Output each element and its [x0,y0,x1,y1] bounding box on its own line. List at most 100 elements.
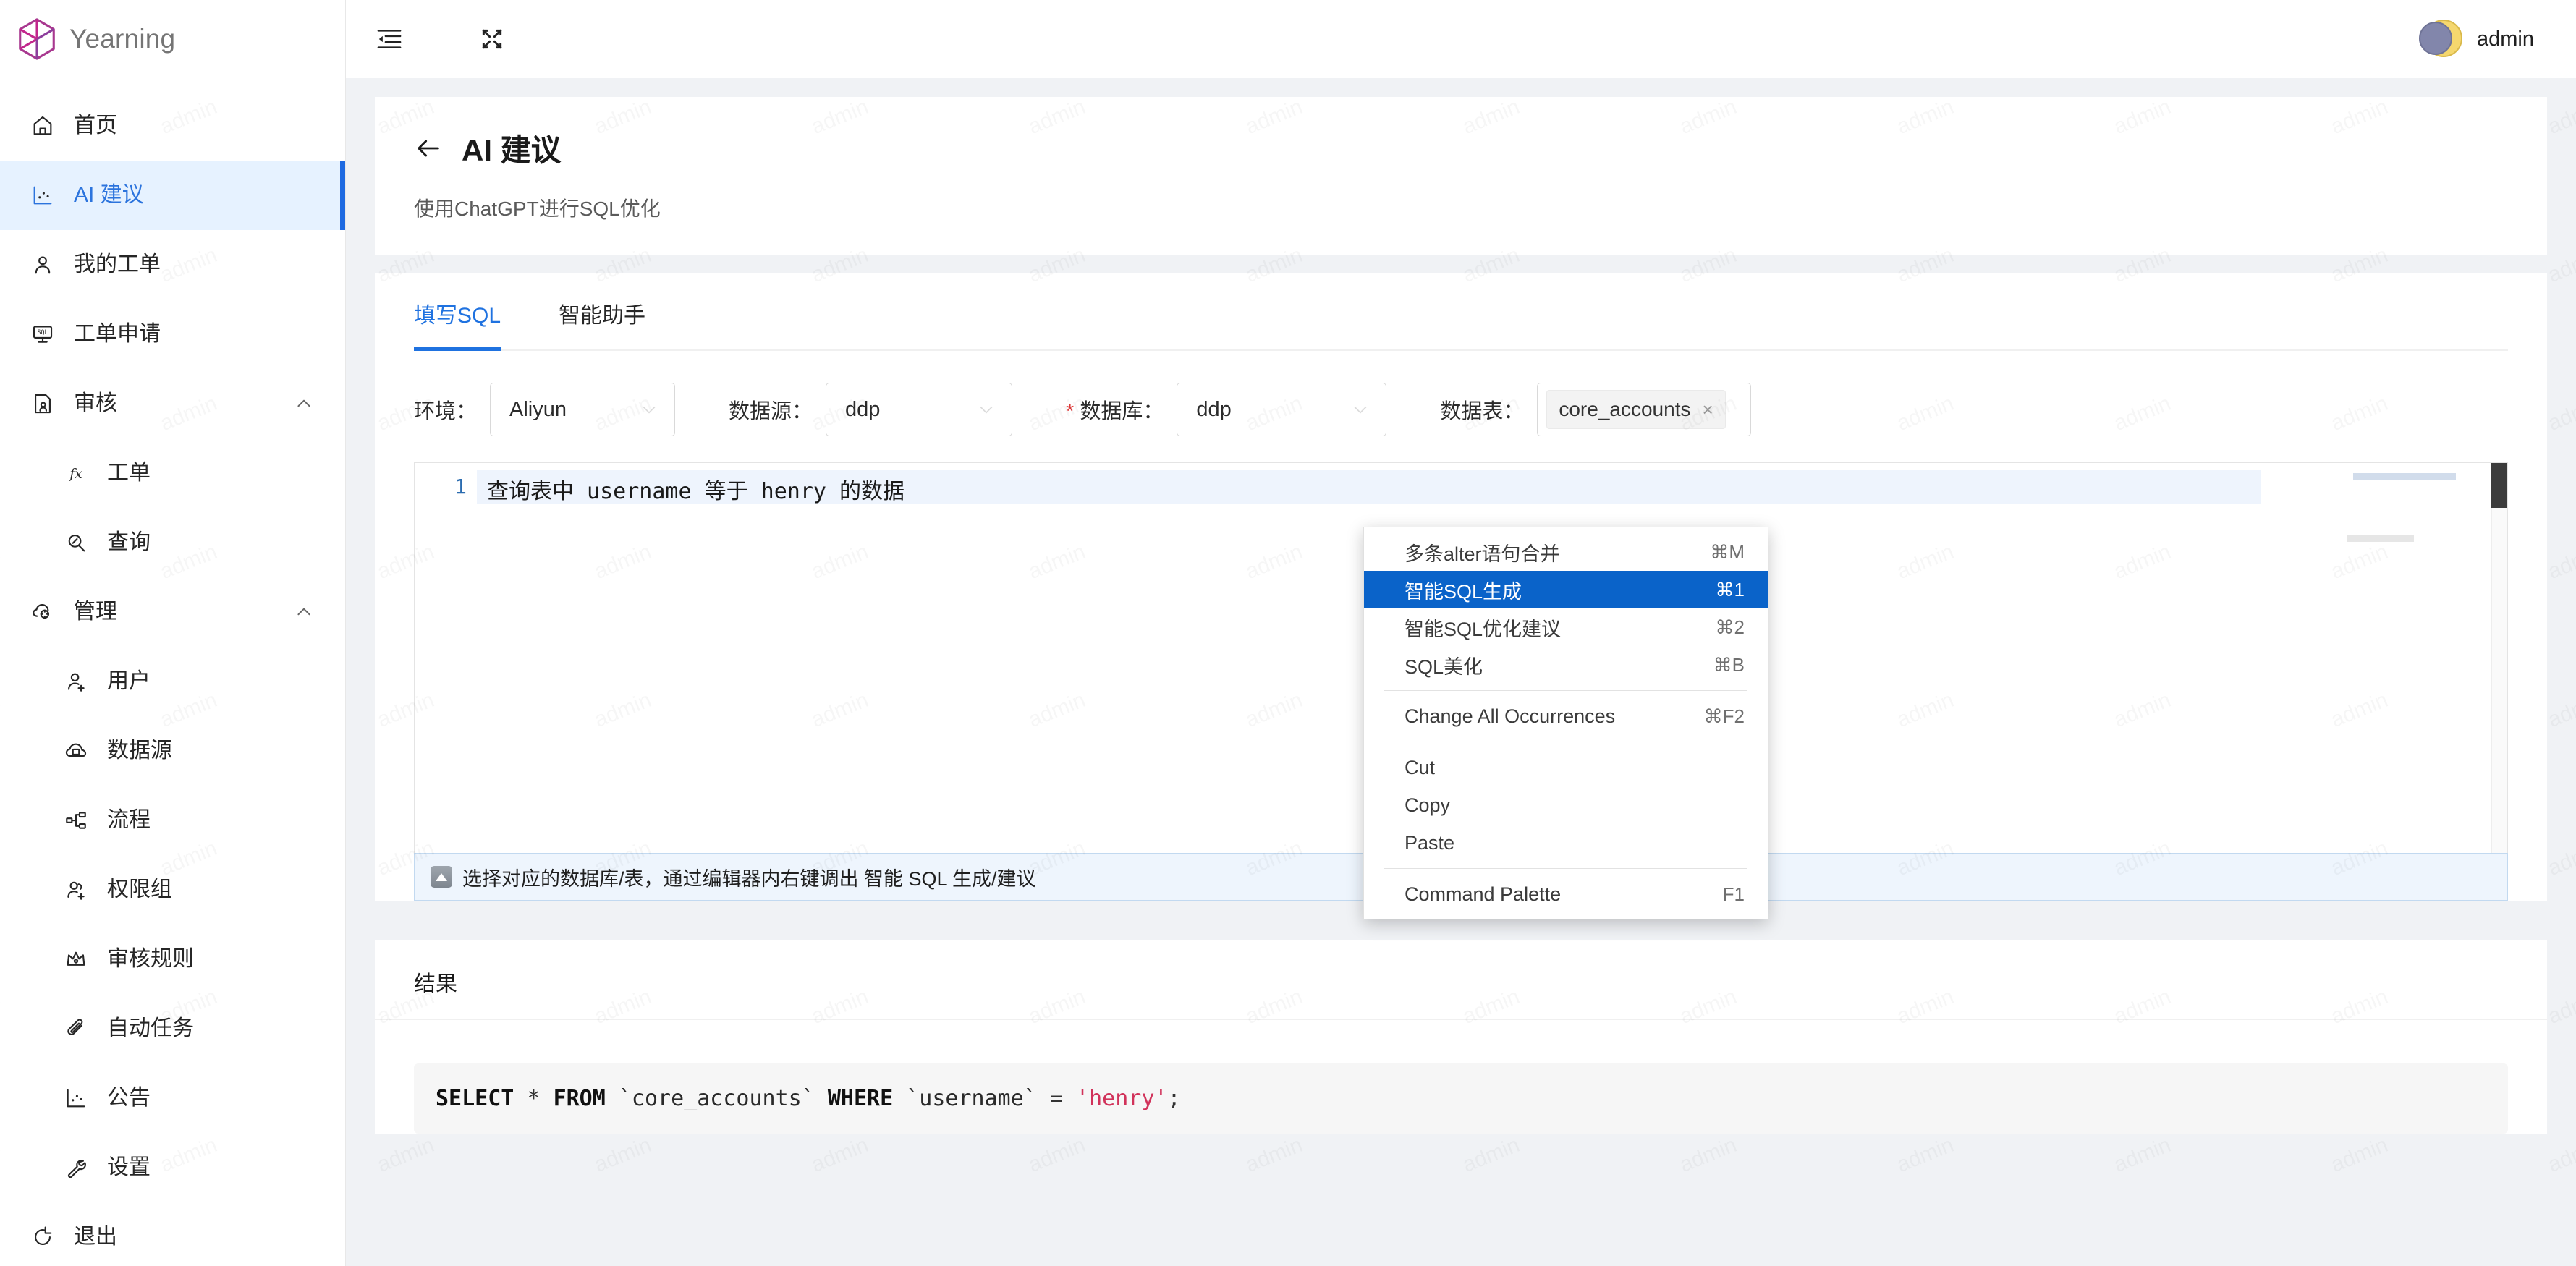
datasource-select[interactable]: ddp [826,383,1013,436]
env-select[interactable]: Aliyun [490,383,676,436]
sidebar-item-label: 管理 [74,600,117,624]
context-menu-item-3[interactable]: SQL美化 ⌘B [1364,646,1768,684]
editor-line-number: 1 [454,475,467,498]
database-select-value: ddp [1196,397,1232,421]
context-menu-item-label: Copy [1404,794,1451,816]
sidebar: Yearning 首页 AI 建议我的工单 SQL 工单申请审核 fx 工单 查询管理用户数… [0,0,346,1266]
table-label: 数据表： [1440,400,1525,423]
tab-1[interactable]: 智能助手 [559,297,645,351]
sidebar-item-9[interactable]: 数据源 [0,716,345,786]
sidebar-item-label: 我的工单 [74,252,161,276]
context-menu-item-shortcut: ⌘M [1710,540,1745,563]
home-icon [33,116,52,135]
editor-content: 查询表中 username 等于 henry 的数据 [487,479,905,504]
sidebar-item-label: 工单申请 [74,322,161,346]
app-logo[interactable]: Yearning [0,0,345,78]
sql-token-9 [1063,1086,1076,1111]
flow-nodes-icon [66,812,86,829]
sidebar-item-10[interactable]: 流程 [0,786,345,855]
page-title: AI 建议 [462,133,562,167]
table-tag[interactable]: core_accounts × [1546,390,1726,429]
arrow-left-icon[interactable] [414,134,443,163]
sidebar-item-1[interactable]: AI 建议 [0,161,345,230]
wrench-icon [68,1160,86,1178]
context-menu-separator [1384,690,1747,691]
database-select[interactable]: ddp [1177,383,1387,436]
sidebar-item-label: 权限组 [107,878,172,901]
sql-token-10: 'henry' [1076,1086,1168,1111]
context-menu-item-label: 智能SQL优化建议 [1404,618,1562,640]
context-menu-item-0[interactable]: 多条alter语句合并 ⌘M [1364,533,1768,571]
close-icon[interactable]: × [1702,399,1713,421]
datasource-select-value: ddp [845,397,881,421]
app-name: Yearning [69,24,176,54]
topbar: admin [346,0,2576,78]
context-menu-item-shortcut: F1 [1722,883,1745,905]
context-menu-item-shortcut: ⌘2 [1715,616,1745,638]
sql-token-6: WHERE [827,1086,894,1111]
sidebar-item-label: 工单 [107,461,151,485]
result-card: 结果 SELECT * FROM `core_accounts` WHERE `… [375,940,2547,1134]
sidebar-item-label: 数据源 [107,739,172,762]
context-menu-item-5[interactable]: Cut [1364,749,1768,786]
context-menu-item-8[interactable]: Command Palette F1 [1364,875,1768,913]
sidebar-item-6[interactable]: 查询 [0,508,345,577]
sidebar-item-14[interactable]: 公告 [0,1063,345,1133]
menu-fold-icon[interactable] [375,25,404,54]
chevron-down-icon [643,406,656,414]
sidebar-nav: 首页 AI 建议我的工单 SQL 工单申请审核 fx 工单 查询管理用户数据源流程权限组审核… [0,78,345,1266]
context-menu-item-shortcut: ⌘B [1713,653,1745,676]
sidebar-item-7[interactable]: 管理 [0,577,345,647]
sidebar-item-label: 设置 [107,1155,151,1179]
sidebar-item-3[interactable]: SQL 工单申请 [0,299,345,369]
info-triangle-icon [431,866,452,888]
datasource-label: 数据源： [729,400,813,423]
sidebar-item-4[interactable]: 审核 [0,369,345,438]
sidebar-item-11[interactable]: 权限组 [0,855,345,925]
sql-console-icon: SQL [33,326,53,343]
editor-context-menu[interactable]: 多条alter语句合并 ⌘M 智能SQL生成 ⌘1 智能SQL优化建议 ⌘2 SQL美化 ⌘B… [1363,527,1768,919]
cloud-db-icon [65,743,87,757]
sidebar-item-label: 审核 [74,391,117,415]
sidebar-item-2[interactable]: 我的工单 [0,230,345,299]
tab-0[interactable]: 填写SQL [414,297,501,351]
avatar-disc-shape [2419,22,2452,55]
sql-token-5: `core_accounts` [605,1086,828,1111]
context-menu-item-7[interactable]: Paste [1364,824,1768,862]
svg-text:SQL: SQL [37,329,48,336]
editor-minimap[interactable] [2347,463,2491,853]
chevron-down-icon [980,406,993,414]
sidebar-item-8[interactable]: 用户 [0,647,345,716]
sidebar-item-0[interactable]: 首页 [0,91,345,161]
sidebar-item-12[interactable]: 审核规则 [0,925,345,994]
user-add-icon [68,673,85,692]
editor-scroll-track[interactable] [2491,463,2507,853]
app-root: Yearning 首页 AI 建议 我的工单 SQL 工单申请 审核 fx 工单 查询 管理 用户数… [0,0,2576,1266]
sidebar-item-15[interactable]: 设置 [0,1133,345,1202]
sql-token-4: FROM [553,1086,606,1111]
context-menu-item-1[interactable]: 智能SQL生成 ⌘1 [1364,571,1768,608]
sql-token-11: ; [1167,1086,1181,1111]
sidebar-item-16[interactable]: 退出 [0,1202,345,1266]
sidebar-item-5[interactable]: fx 工单 [0,438,345,508]
context-menu-separator [1384,868,1747,869]
context-menu-item-2[interactable]: 智能SQL优化建议 ⌘2 [1364,608,1768,646]
sql-token-3 [541,1086,554,1111]
chevron-up-icon[interactable] [295,394,313,413]
page-title-row: AI 建议 [414,126,2508,170]
context-menu-item-6[interactable]: Copy [1364,786,1768,824]
sql-token-0: SELECT [436,1086,514,1111]
chevron-up-icon[interactable] [295,603,313,621]
sidebar-item-label: 审核规则 [107,947,194,971]
sidebar-item-label: 自动任务 [107,1016,194,1040]
env-select-value: Aliyun [509,397,567,421]
sidebar-item-13[interactable]: 自动任务 [0,994,345,1063]
minimap-line-secondary [2347,535,2414,542]
user-menu[interactable]: admin [2419,18,2534,60]
fullscreen-icon[interactable] [478,25,507,54]
editor-scrollbar-thumb[interactable] [2491,463,2507,508]
table-select[interactable]: core_accounts × [1537,383,1752,436]
context-menu-item-4[interactable]: Change All Occurrences ⌘F2 [1364,697,1768,735]
user-group-add-icon [67,881,85,900]
user-name: admin [2477,27,2534,51]
